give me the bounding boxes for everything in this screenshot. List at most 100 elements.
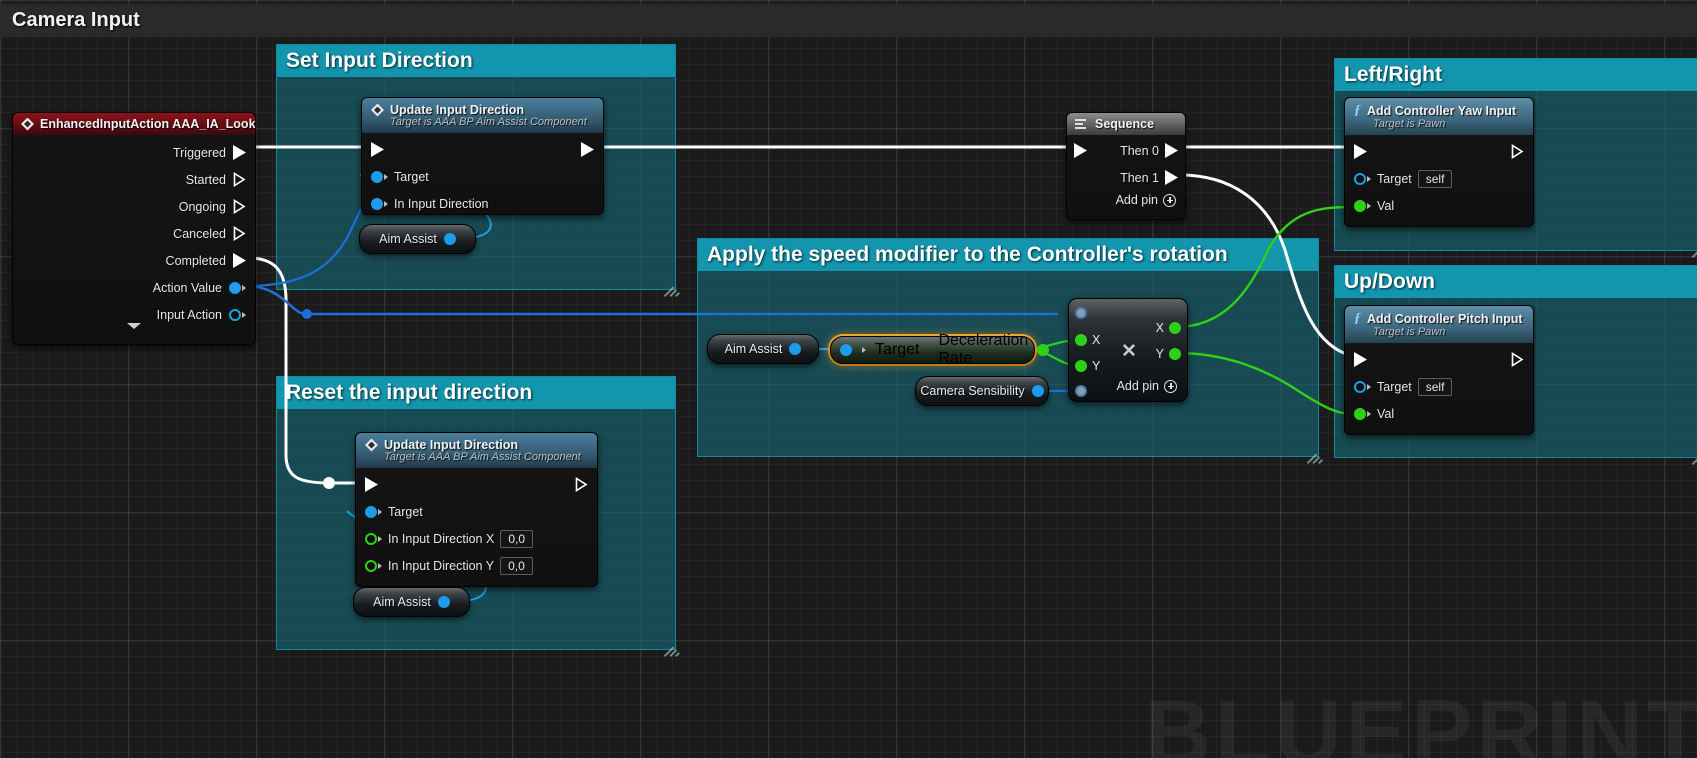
float-pin-icon[interactable] <box>1354 407 1366 420</box>
node-update-input-direction-1[interactable]: Update Input Direction Target is AAA BP … <box>361 97 604 215</box>
float-pin-icon[interactable] <box>1354 199 1366 212</box>
pin-in-input-direction-y[interactable]: In Input Direction Y 0,0 <box>356 552 597 579</box>
pin-completed[interactable]: Completed <box>13 247 255 274</box>
node-camera-sensibility[interactable]: Camera Sensibility <box>915 376 1049 406</box>
pin-arrow-icon <box>378 562 382 569</box>
node-deceleration-rate[interactable]: Target Deceleration Rate <box>828 332 1050 367</box>
pin-in-input-direction-x[interactable]: In Input Direction X 0,0 <box>356 525 597 552</box>
node-add-controller-yaw-input[interactable]: ƒ Add Controller Yaw Input Target is Paw… <box>1344 97 1534 227</box>
comment-header: Set Input Direction <box>277 45 675 77</box>
node-body: Triggered Started Ongoing Canceled Compl… <box>13 135 255 336</box>
data-pin-icon[interactable] <box>437 596 450 608</box>
pin-val[interactable]: Val <box>1345 400 1533 427</box>
pin-started[interactable]: Started <box>13 166 255 193</box>
exec-pin-icon[interactable] <box>233 145 246 160</box>
pin-triggered[interactable]: Triggered <box>13 139 255 166</box>
blueprint-canvas[interactable]: BLUEPRINT Set Input Direction Reset the … <box>0 0 1697 758</box>
wildcard-pin-icon[interactable] <box>1075 307 1087 319</box>
float-pin-icon[interactable] <box>1075 360 1087 372</box>
pin-exec-row[interactable] <box>1345 138 1533 165</box>
target-pin-icon[interactable] <box>840 344 852 356</box>
chevron-down-icon[interactable] <box>127 323 141 329</box>
pin-exec-row[interactable] <box>1345 346 1533 373</box>
node-body: Target self Val <box>1345 343 1533 434</box>
data-pin-icon[interactable] <box>1031 385 1044 397</box>
pin-exec-row[interactable] <box>362 136 603 163</box>
float-pin-icon[interactable] <box>1075 334 1087 346</box>
node-multiply[interactable]: ✕ X Y X Y Add pin <box>1068 298 1188 402</box>
pin-target[interactable]: Target self <box>1345 165 1533 192</box>
pin-in-input-direction[interactable]: In Input Direction <box>362 190 603 214</box>
pin-target[interactable]: Target <box>362 163 603 190</box>
pin-label: X <box>1155 321 1164 335</box>
pin-val[interactable]: Val <box>1345 192 1533 219</box>
object-pin-icon[interactable] <box>229 308 241 321</box>
exec-input-pin-icon[interactable] <box>365 477 378 492</box>
object-pin-icon[interactable] <box>1354 172 1366 185</box>
node-sequence[interactable]: Sequence Then 0 Then 1 Add pin <box>1066 112 1186 220</box>
pin-input-y[interactable]: Y <box>1075 359 1100 373</box>
pin-action-value[interactable]: Action Value <box>13 274 255 301</box>
in-input-direction-x-field[interactable]: 0,0 <box>500 529 533 548</box>
pin-canceled[interactable]: Canceled <box>13 220 255 247</box>
node-aim-assist-3[interactable]: Aim Assist <box>707 334 819 364</box>
exec-output-pin-icon[interactable] <box>575 477 588 492</box>
pin-input-x[interactable]: X <box>1075 333 1100 347</box>
in-input-direction-y-field[interactable]: 0,0 <box>500 556 533 575</box>
exec-input-pin-icon[interactable] <box>371 142 384 157</box>
exec-pin-icon[interactable] <box>233 199 246 214</box>
resize-grip[interactable] <box>660 634 680 657</box>
pin-then-1[interactable]: Then 1 <box>1067 164 1185 191</box>
target-field[interactable]: self <box>1417 169 1453 188</box>
node-header: ƒ Add Controller Yaw Input Target is Paw… <box>1345 98 1533 135</box>
pin-wildcard-bottom[interactable] <box>1075 385 1087 397</box>
resize-grip[interactable] <box>660 274 680 297</box>
exec-input-pin-icon[interactable] <box>1354 352 1367 367</box>
exec-output-pin-icon[interactable] <box>1511 352 1524 367</box>
pin-target[interactable]: Target self <box>1345 373 1533 400</box>
data-pin-icon[interactable] <box>371 197 383 210</box>
data-pin-icon[interactable] <box>229 281 241 294</box>
pin-target[interactable]: Target <box>356 498 597 525</box>
node-header: Sequence <box>1067 113 1185 135</box>
node-enhanced-input-action[interactable]: EnhancedInputAction AAA_IA_Look Triggere… <box>12 112 256 345</box>
pin-then-0[interactable]: Then 0 <box>1067 137 1185 164</box>
exec-pin-icon[interactable] <box>1165 143 1178 158</box>
float-pin-icon[interactable] <box>365 532 377 545</box>
data-pin-icon[interactable] <box>371 170 383 183</box>
exec-input-pin-icon[interactable] <box>1074 143 1087 158</box>
wildcard-pin-icon[interactable] <box>1075 385 1087 397</box>
exec-pin-icon[interactable] <box>233 172 246 187</box>
resize-grip[interactable] <box>1303 441 1323 464</box>
exec-pin-icon[interactable] <box>233 253 246 268</box>
node-aim-assist-2[interactable]: Aim Assist <box>353 587 470 617</box>
data-pin-icon[interactable] <box>443 233 456 245</box>
comment-header: Left/Right <box>1335 59 1697 91</box>
comment-title: Reset the input direction <box>286 381 533 404</box>
pin-ongoing[interactable]: Ongoing <box>13 193 255 220</box>
object-pin-icon[interactable] <box>1354 380 1366 393</box>
resize-grip[interactable] <box>1688 442 1697 465</box>
pin-exec-row[interactable] <box>356 471 597 498</box>
data-pin-icon[interactable] <box>365 505 377 518</box>
add-pin-button[interactable]: Add pin <box>1067 191 1185 207</box>
node-update-input-direction-2[interactable]: Update Input Direction Target is AAA BP … <box>355 432 598 587</box>
pin-output-y[interactable]: Y <box>1156 347 1181 361</box>
exec-pin-icon[interactable] <box>1165 170 1178 185</box>
pin-wildcard-top[interactable] <box>1075 307 1087 319</box>
exec-output-pin-icon[interactable] <box>581 142 594 157</box>
diamond-function-icon <box>371 103 384 117</box>
float-pin-icon[interactable] <box>1169 322 1181 334</box>
node-add-controller-pitch-input[interactable]: ƒ Add Controller Pitch Input Target is P… <box>1344 305 1534 435</box>
pin-output-x[interactable]: X <box>1156 321 1181 335</box>
target-field[interactable]: self <box>1417 377 1453 396</box>
add-pin-button[interactable]: Add pin <box>1117 379 1177 393</box>
float-pin-icon[interactable] <box>365 559 377 572</box>
node-aim-assist-1[interactable]: Aim Assist <box>359 224 476 254</box>
resize-grip[interactable] <box>1688 235 1697 258</box>
float-pin-icon[interactable] <box>1169 348 1181 360</box>
exec-pin-icon[interactable] <box>233 226 246 241</box>
data-pin-icon[interactable] <box>789 343 802 355</box>
exec-input-pin-icon[interactable] <box>1354 144 1367 159</box>
exec-output-pin-icon[interactable] <box>1511 144 1524 159</box>
